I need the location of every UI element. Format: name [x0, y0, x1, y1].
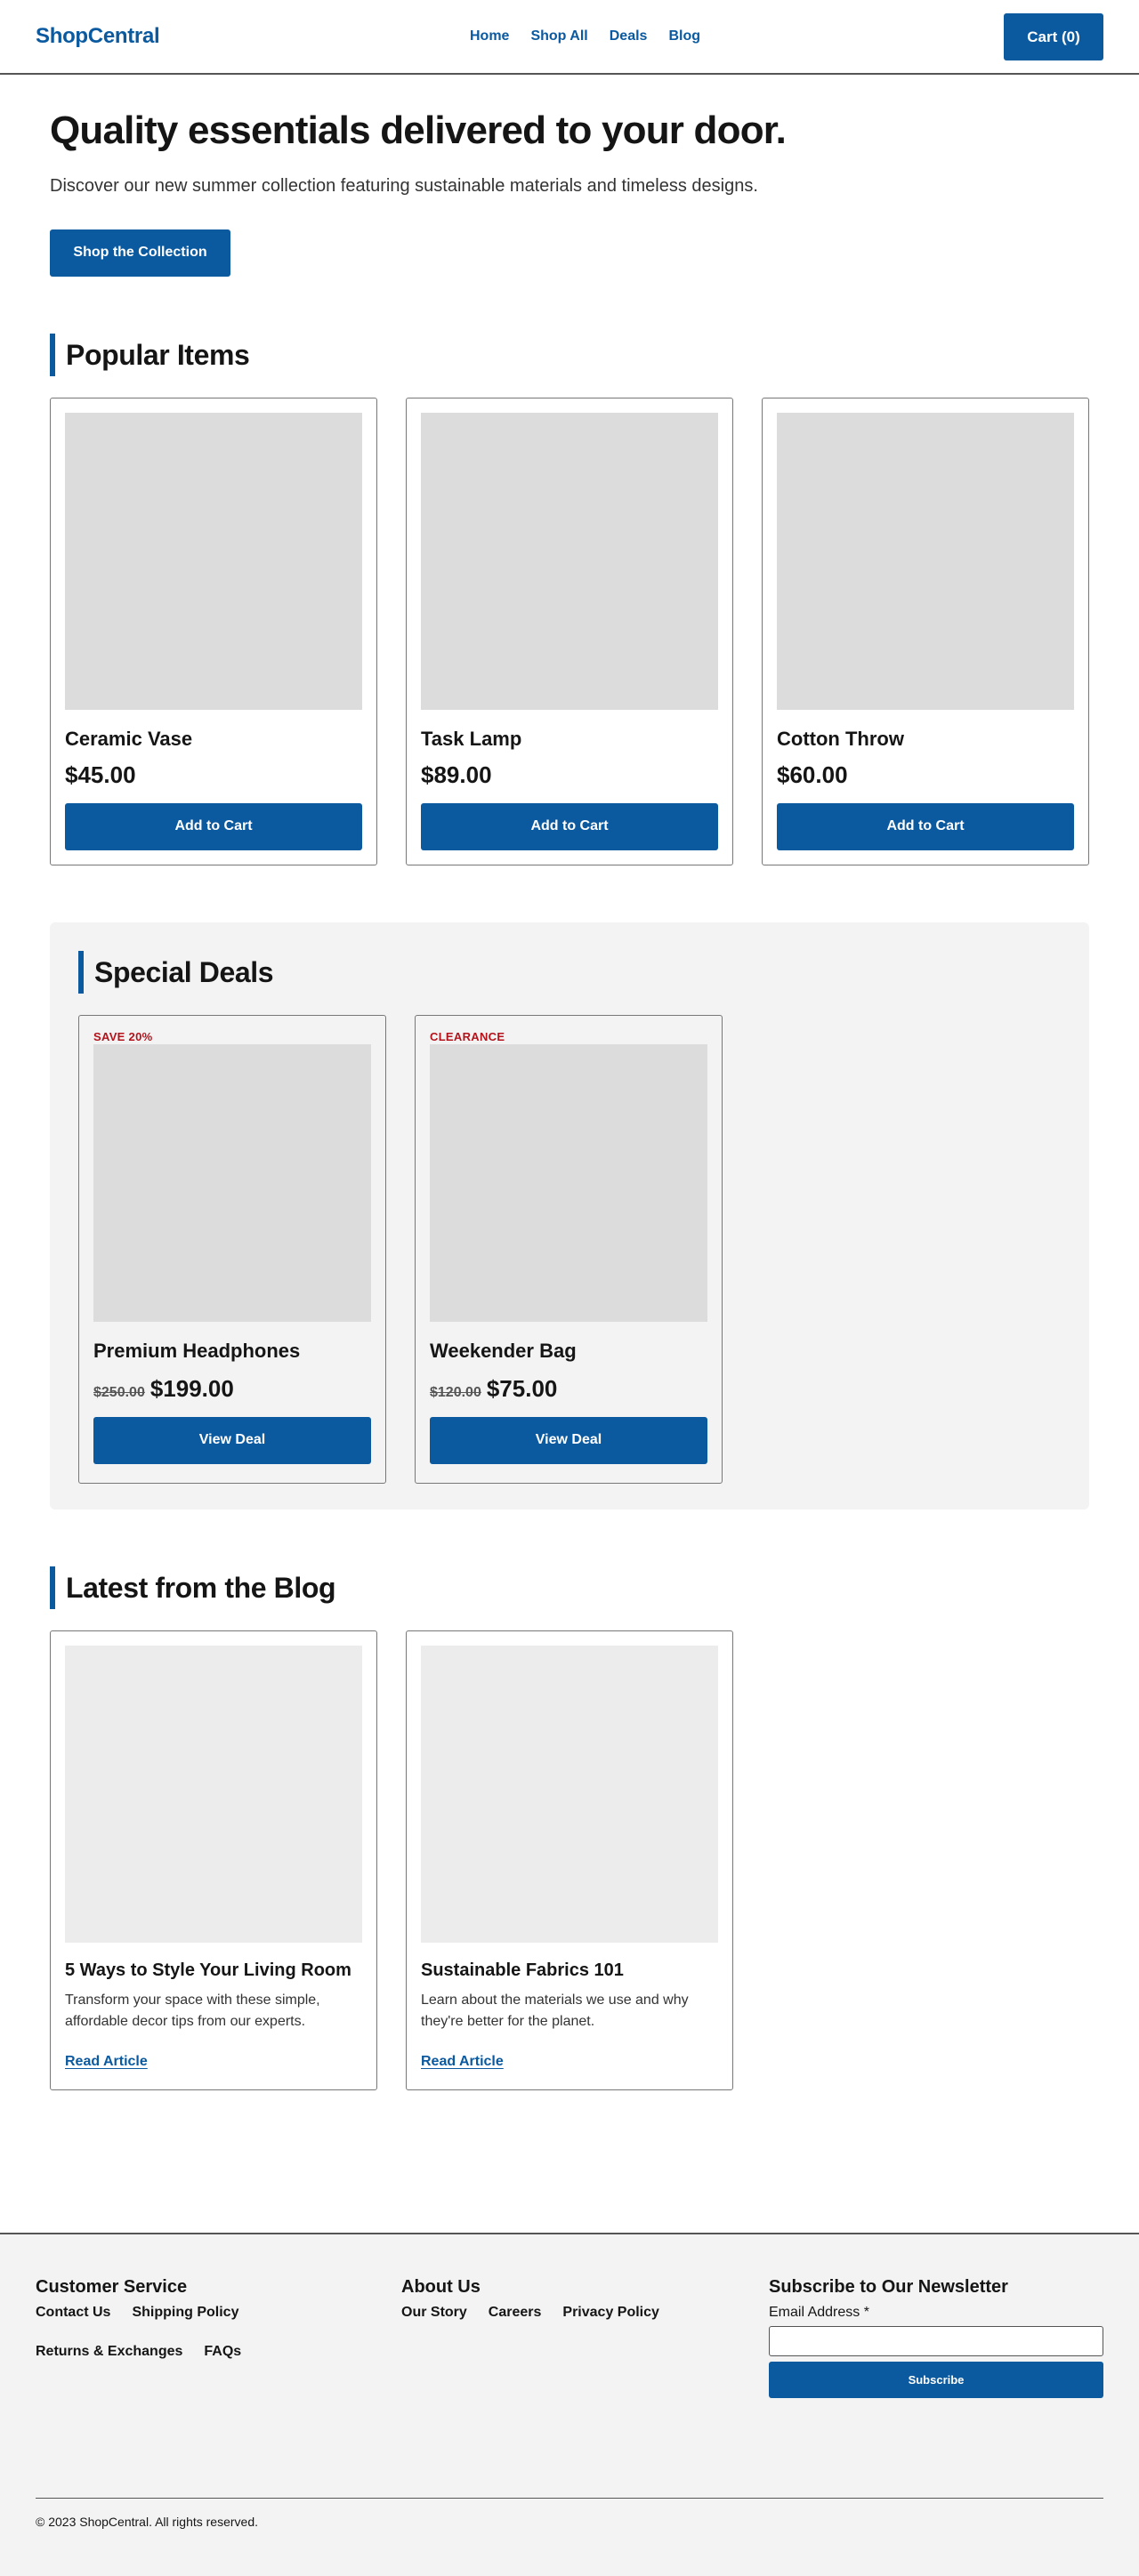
blog-image: [421, 1645, 718, 1943]
site-header: ShopCentral Home Shop All Deals Blog Car…: [0, 0, 1139, 75]
product-name: Cotton Throw: [777, 727, 904, 750]
site-footer: Customer Service Contact Us Shipping Pol…: [0, 2232, 1139, 2576]
hero-title: Quality essentials delivered to your doo…: [50, 109, 787, 152]
product-card: Ceramic Vase $45.00 Add to Cart: [50, 397, 377, 865]
add-to-cart-button[interactable]: Add to Cart: [65, 802, 362, 850]
cart-button[interactable]: Cart (0): [1004, 13, 1103, 60]
section-title-popular: Popular Items: [50, 333, 1089, 376]
shop-collection-button[interactable]: Shop the Collection: [50, 229, 230, 277]
main-nav: Home Shop All Deals Blog: [470, 0, 700, 73]
view-deal-button[interactable]: View Deal: [430, 1416, 707, 1464]
hero-subtitle: Discover our new summer collection featu…: [50, 175, 758, 196]
blog-section: Latest from the Blog 5 Ways to Style You…: [0, 1566, 1139, 2090]
blog-title: Sustainable Fabrics 101: [421, 1960, 624, 1980]
subscribe-button[interactable]: Subscribe: [769, 2361, 1103, 2398]
blog-card: 5 Ways to Style Your Living Room Transfo…: [50, 1630, 377, 2090]
deal-name: Weekender Bag: [430, 1339, 577, 1362]
blog-excerpt: Transform your space with these simple, …: [65, 1992, 320, 2029]
footer-service-links: Contact Us Shipping Policy Returns & Exc…: [36, 2305, 311, 2360]
logo[interactable]: ShopCentral: [36, 24, 160, 49]
product-image: [777, 412, 1074, 710]
deal-badge: CLEARANCE: [430, 1029, 505, 1043]
product-image: [421, 412, 718, 710]
hero-section: Quality essentials delivered to your doo…: [0, 75, 1139, 277]
footer-heading-about: About Us: [401, 2276, 481, 2297]
read-article-link[interactable]: Read Article: [421, 2054, 504, 2070]
product-card: Task Lamp $89.00 Add to Cart: [406, 397, 733, 865]
new-price: $75.00: [486, 1374, 558, 1402]
product-price: $60.00: [777, 761, 848, 788]
footer-newsletter: Subscribe to Our Newsletter Email Addres…: [769, 2277, 1103, 2398]
email-label: Email Address *: [769, 2304, 869, 2320]
deal-card: CLEARANCE Weekender Bag $120.00 $75.00 V…: [415, 1014, 723, 1484]
product-price: $45.00: [65, 761, 136, 788]
nav-deals[interactable]: Deals: [610, 28, 648, 44]
special-deals-section: Special Deals SAVE 20% Premium Headphone…: [50, 922, 1089, 1509]
blog-card: Sustainable Fabrics 101 Learn about the …: [406, 1630, 733, 2090]
product-price: $89.00: [421, 761, 492, 788]
deal-price-row: $250.00 $199.00: [93, 1375, 371, 1403]
footer-heading-newsletter: Subscribe to Our Newsletter: [769, 2276, 1008, 2297]
section-title-blog: Latest from the Blog: [50, 1566, 1089, 1609]
popular-items-section: Popular Items Ceramic Vase $45.00 Add to…: [0, 333, 1139, 865]
nav-blog[interactable]: Blog: [668, 28, 700, 44]
add-to-cart-button[interactable]: Add to Cart: [421, 802, 718, 850]
deal-image: [93, 1043, 371, 1322]
nav-shop-all[interactable]: Shop All: [530, 28, 587, 44]
view-deal-button[interactable]: View Deal: [93, 1416, 371, 1464]
footer-link-careers[interactable]: Careers: [489, 2305, 542, 2321]
deal-name: Premium Headphones: [93, 1339, 301, 1362]
footer-link-faqs[interactable]: FAQs: [204, 2344, 241, 2360]
deals-grid: SAVE 20% Premium Headphones $250.00 $199…: [78, 1014, 1061, 1484]
footer-bottom: © 2023 ShopCentral. All rights reserved.: [36, 2497, 1103, 2529]
footer-link-privacy[interactable]: Privacy Policy: [562, 2305, 659, 2321]
footer-link-shipping[interactable]: Shipping Policy: [132, 2305, 238, 2321]
old-price: $120.00: [430, 1384, 481, 1400]
footer-link-returns[interactable]: Returns & Exchanges: [36, 2344, 182, 2360]
product-name: Task Lamp: [421, 727, 522, 750]
old-price: $250.00: [93, 1384, 145, 1400]
deal-card: SAVE 20% Premium Headphones $250.00 $199…: [78, 1014, 386, 1484]
footer-about-links: Our Story Careers Privacy Policy: [401, 2305, 686, 2321]
footer-columns: Customer Service Contact Us Shipping Pol…: [36, 2277, 1103, 2473]
blog-grid: 5 Ways to Style Your Living Room Transfo…: [50, 1630, 1089, 2090]
blog-excerpt: Learn about the materials we use and why…: [421, 1992, 689, 2029]
product-card: Cotton Throw $60.00 Add to Cart: [762, 397, 1089, 865]
deal-image: [430, 1043, 707, 1322]
footer-about-us: About Us Our Story Careers Privacy Polic…: [401, 2277, 686, 2321]
footer-heading-service: Customer Service: [36, 2276, 188, 2297]
nav-home[interactable]: Home: [470, 28, 509, 44]
blog-title: 5 Ways to Style Your Living Room: [65, 1960, 351, 1980]
email-field[interactable]: [769, 2325, 1103, 2356]
product-grid: Ceramic Vase $45.00 Add to Cart Task Lam…: [50, 397, 1089, 865]
section-title-deals: Special Deals: [78, 950, 1061, 994]
deal-badge: SAVE 20%: [93, 1029, 153, 1043]
footer-link-story[interactable]: Our Story: [401, 2305, 467, 2321]
footer-customer-service: Customer Service Contact Us Shipping Pol…: [36, 2277, 311, 2360]
blog-image: [65, 1645, 362, 1943]
read-article-link[interactable]: Read Article: [65, 2054, 148, 2070]
add-to-cart-button[interactable]: Add to Cart: [777, 802, 1074, 850]
product-image: [65, 412, 362, 710]
product-name: Ceramic Vase: [65, 727, 193, 750]
copyright-text: © 2023 ShopCentral. All rights reserved.: [36, 2514, 259, 2529]
new-price: $199.00: [149, 1374, 234, 1402]
footer-link-contact[interactable]: Contact Us: [36, 2305, 110, 2321]
deal-price-row: $120.00 $75.00: [430, 1375, 707, 1403]
